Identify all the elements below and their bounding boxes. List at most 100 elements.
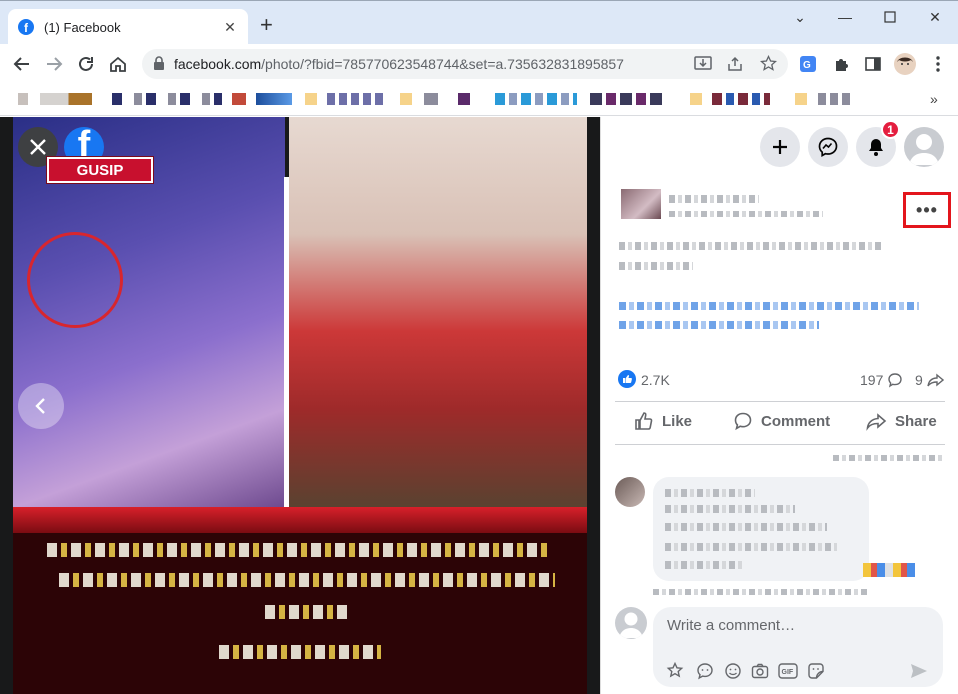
svg-text:GIF: GIF (782, 669, 794, 676)
avatar-sticker-icon[interactable] (665, 661, 685, 681)
comment-reactions-redacted[interactable] (863, 563, 915, 577)
photo-viewer: f GUSIP (0, 117, 600, 694)
like-icon (635, 412, 653, 430)
gif-icon[interactable]: GIF (778, 661, 798, 681)
bookmark-item[interactable] (818, 93, 854, 105)
highlight-circle (27, 232, 123, 328)
caption-band (13, 507, 587, 533)
comment-button[interactable]: Comment (733, 407, 830, 435)
caption-line (265, 605, 347, 619)
bookmarks-overflow-icon[interactable]: » (930, 91, 938, 107)
bookmark-item[interactable] (424, 93, 438, 105)
reload-icon[interactable] (74, 52, 98, 76)
comments-count[interactable]: 197 (860, 372, 903, 388)
write-comment-row: Write a comment… GIF (601, 597, 958, 694)
side-panel-icon[interactable] (861, 52, 885, 76)
comment-text-redacted (665, 505, 795, 513)
browser-menu-icon[interactable] (926, 52, 950, 76)
bookmark-item[interactable] (400, 93, 412, 105)
comment-count-icon (888, 373, 903, 388)
home-icon[interactable] (106, 52, 130, 76)
photo-divider (284, 177, 289, 507)
bookmark-item[interactable] (458, 93, 470, 105)
browser-tab[interactable]: f (1) Facebook ✕ (8, 9, 248, 45)
comment-input[interactable]: Write a comment… GIF (653, 607, 943, 687)
bookmark-item[interactable] (795, 93, 807, 105)
shares-count[interactable]: 9 (915, 372, 944, 388)
post-details-panel: 1 ••• 2.7K 197 9 Like Comment Share Writ… (600, 117, 958, 694)
camera-icon[interactable] (750, 661, 770, 681)
post-text-redacted (619, 262, 693, 270)
share-count-icon (927, 373, 944, 387)
browser-titlebar: f (1) Facebook ✕ + ⌄ — ✕ (0, 0, 958, 45)
comment-bubble (653, 477, 869, 581)
maximize-button[interactable] (875, 6, 905, 28)
tab-close-icon[interactable]: ✕ (222, 19, 238, 36)
sticker-icon[interactable] (806, 661, 826, 681)
close-window-button[interactable]: ✕ (920, 6, 950, 28)
comment-sticker-icon[interactable] (695, 661, 715, 681)
bookmark-item[interactable] (305, 93, 317, 105)
extensions-puzzle-icon[interactable] (829, 52, 853, 76)
post-meta-redacted (669, 211, 823, 217)
caption-line (219, 645, 381, 659)
comment-placeholder: Write a comment… (667, 617, 796, 634)
svg-text:G: G (803, 60, 811, 71)
my-avatar[interactable] (615, 607, 647, 639)
account-avatar[interactable] (904, 127, 944, 167)
bookmark-item[interactable] (712, 93, 770, 105)
bookmark-item[interactable] (590, 93, 662, 105)
previous-photo-button[interactable] (18, 383, 64, 429)
post-photo[interactable] (13, 117, 587, 694)
reactions-count[interactable]: 2.7K (641, 372, 670, 388)
share-page-icon[interactable] (727, 56, 743, 75)
author-avatar[interactable] (621, 189, 661, 219)
post-link-redacted[interactable] (619, 321, 819, 329)
browser-toolbar: facebook.com/photo/?fbid=785770623548744… (0, 44, 958, 84)
facebook-favicon-icon: f (18, 19, 34, 35)
profile-avatar-icon[interactable] (893, 52, 917, 76)
emoji-icon[interactable] (723, 661, 743, 681)
post-more-options-button[interactable]: ••• (903, 192, 951, 228)
caption-line (59, 573, 555, 587)
comment-actions-redacted[interactable] (653, 589, 867, 595)
bookmark-item[interactable] (40, 93, 92, 105)
tab-search-icon[interactable]: ⌄ (785, 6, 815, 28)
close-icon (30, 139, 46, 155)
new-tab-button[interactable]: + (260, 14, 273, 36)
share-button[interactable]: Share (866, 407, 937, 435)
bookmark-item[interactable] (256, 93, 292, 105)
post-link-redacted[interactable] (619, 302, 919, 310)
install-app-icon[interactable] (694, 56, 712, 75)
commenter-name-redacted[interactable] (665, 489, 755, 497)
bookmark-item[interactable] (690, 93, 702, 105)
commenter-avatar[interactable] (615, 477, 645, 507)
address-bar[interactable]: facebook.com/photo/?fbid=785770623548744… (142, 49, 788, 79)
forward-icon[interactable] (42, 52, 66, 76)
minimize-button[interactable]: — (830, 6, 860, 28)
back-icon[interactable] (10, 52, 34, 76)
lock-icon[interactable] (153, 56, 165, 74)
like-button[interactable]: Like (634, 407, 692, 435)
messenger-button[interactable] (808, 127, 848, 167)
share-icon (866, 413, 887, 431)
notification-badge: 1 (881, 120, 900, 139)
comment-sort-redacted[interactable] (833, 455, 945, 461)
author-name-redacted[interactable] (669, 195, 759, 203)
comment-icon (734, 412, 752, 431)
bookmark-item[interactable] (112, 93, 222, 105)
bookmark-item[interactable] (495, 93, 577, 105)
translate-extension-icon[interactable]: G (796, 52, 820, 76)
bookmark-item[interactable] (327, 93, 383, 105)
send-icon[interactable] (909, 661, 929, 681)
bookmark-item[interactable] (18, 93, 28, 105)
like-label: Like (662, 412, 693, 430)
url-text[interactable]: facebook.com/photo/?fbid=785770623548744… (174, 56, 624, 72)
divider (615, 401, 945, 402)
create-button[interactable] (760, 127, 800, 167)
photo-caption-area-pixelated (13, 507, 587, 694)
bookmark-item[interactable] (232, 93, 246, 105)
divider (615, 444, 945, 445)
bell-icon (869, 139, 883, 156)
bookmark-star-icon[interactable] (759, 54, 778, 75)
